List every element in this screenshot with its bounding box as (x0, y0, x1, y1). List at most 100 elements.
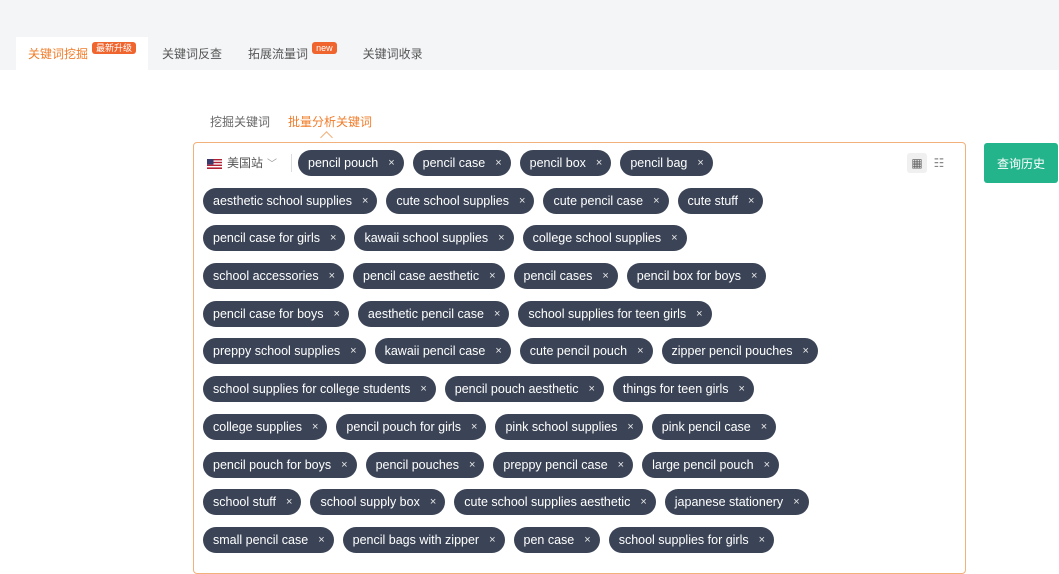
keyword-tag[interactable]: pencil bag × (620, 150, 713, 176)
close-icon[interactable]: × (329, 270, 335, 282)
subtab-mine-keywords[interactable]: 挖掘关键词 (210, 113, 270, 130)
keyword-tag[interactable]: cute school supplies aesthetic × (454, 489, 656, 516)
keyword-tag[interactable]: school supply box × (310, 489, 446, 516)
tab-keyword-index[interactable]: 关键词收录 (351, 37, 435, 70)
close-icon[interactable]: × (489, 534, 495, 546)
keyword-tag-label: pencil pouch for boys (213, 457, 332, 472)
keyword-tag[interactable]: aesthetic pencil case × (357, 300, 510, 327)
keyword-tag[interactable]: pencil case aesthetic × (353, 263, 505, 290)
keyword-tag[interactable]: zipper pencil pouches × (661, 338, 818, 365)
close-icon[interactable]: × (330, 232, 336, 244)
keyword-tag[interactable]: cute stuff × (677, 187, 764, 214)
keyword-tag[interactable]: school supplies for college students × (203, 376, 436, 403)
keyword-tag[interactable]: pencil case for boys × (203, 300, 349, 327)
keyword-tag-label: cute school supplies aesthetic (464, 495, 631, 510)
close-icon[interactable]: × (618, 459, 624, 471)
close-icon[interactable]: × (341, 459, 347, 471)
close-icon[interactable]: × (498, 232, 504, 244)
keyword-tag-label: school supplies for college students (213, 382, 411, 397)
close-icon[interactable]: × (495, 345, 501, 357)
close-icon[interactable]: × (286, 496, 292, 508)
keyword-tag[interactable]: pencil pouch for boys × (203, 451, 357, 478)
keyword-tag[interactable]: things for teen girls × (612, 376, 754, 403)
close-icon[interactable]: × (739, 383, 745, 395)
close-icon[interactable]: × (494, 308, 500, 320)
keyword-tag[interactable]: school accessories × (203, 263, 345, 290)
keyword-tag[interactable]: school supplies for girls × (608, 526, 775, 553)
close-icon[interactable]: × (469, 459, 475, 471)
close-icon[interactable]: × (471, 421, 477, 433)
keyword-tag[interactable]: pink school supplies × (495, 413, 643, 440)
close-icon[interactable]: × (318, 534, 324, 546)
keyword-tag-label: small pencil case (213, 532, 309, 547)
close-icon[interactable]: × (637, 345, 643, 357)
keyword-tag[interactable]: pencil pouch aesthetic × (444, 376, 604, 403)
keyword-tag-label: things for teen girls (622, 382, 729, 397)
close-icon[interactable]: × (748, 195, 754, 207)
close-icon[interactable]: × (584, 534, 590, 546)
tab-keyword-mining[interactable]: 关键词挖掘 最新升级 (16, 37, 149, 70)
tab-keyword-reverse[interactable]: 关键词反查 (150, 37, 234, 70)
keyword-tag[interactable]: pen case × (513, 526, 600, 553)
keyword-tag-label: pencil case for boys (213, 306, 324, 321)
keyword-tag[interactable]: pencil box for boys × (626, 263, 767, 290)
subtab-batch-analyze[interactable]: 批量分析关键词 (288, 113, 372, 130)
close-icon[interactable]: × (489, 270, 495, 282)
keyword-tag[interactable]: pencil pouch × (298, 150, 404, 176)
close-icon[interactable]: × (362, 195, 368, 207)
keyword-tag[interactable]: cute pencil case × (543, 187, 669, 214)
keyword-tag[interactable]: cute school supplies × (386, 187, 535, 214)
query-history-button[interactable]: 查询历史 (984, 143, 1058, 183)
keyword-tag[interactable]: japanese stationery × (664, 489, 809, 516)
keyword-tag[interactable]: pencil case × (412, 150, 511, 176)
grid-view-icon[interactable]: ▦ (907, 153, 927, 173)
keyword-tag[interactable]: cute pencil pouch × (519, 338, 653, 365)
keyword-tag[interactable]: school stuff × (203, 489, 302, 516)
close-icon[interactable]: × (764, 459, 770, 471)
keyword-tag[interactable]: school supplies for teen girls × (518, 300, 712, 327)
close-icon[interactable]: × (751, 270, 757, 282)
close-icon[interactable]: × (430, 496, 436, 508)
close-icon[interactable]: × (653, 195, 659, 207)
keyword-tag[interactable]: pencil box × (519, 150, 612, 176)
keyword-tag-label: pencil case for girls (213, 231, 320, 246)
close-icon[interactable]: × (312, 421, 318, 433)
keyword-tag[interactable]: pink pencil case × (651, 413, 777, 440)
close-icon[interactable]: × (697, 157, 703, 169)
tab-traffic-expand[interactable]: 拓展流量词 new (236, 37, 349, 70)
close-icon[interactable]: × (519, 195, 525, 207)
close-icon[interactable]: × (388, 157, 394, 169)
keyword-tag-label: preppy school supplies (213, 344, 341, 359)
keyword-tag[interactable]: pencil bags with zipper × (342, 526, 505, 553)
keyword-tag[interactable]: preppy school supplies × (203, 338, 366, 365)
keyword-tag[interactable]: large pencil pouch × (642, 451, 779, 478)
close-icon[interactable]: × (350, 345, 356, 357)
close-icon[interactable]: × (640, 496, 646, 508)
keyword-tag[interactable]: aesthetic school supplies × (203, 187, 378, 214)
close-icon[interactable]: × (761, 421, 767, 433)
close-icon[interactable]: × (793, 496, 799, 508)
keyword-tag[interactable]: pencil pouch for girls × (336, 413, 487, 440)
list-view-icon[interactable]: ☷ (929, 153, 949, 173)
keyword-tag[interactable]: pencil cases × (513, 263, 618, 290)
close-icon[interactable]: × (333, 308, 339, 320)
close-icon[interactable]: × (495, 157, 501, 169)
close-icon[interactable]: × (627, 421, 633, 433)
keyword-tag[interactable]: kawaii school supplies × (354, 225, 514, 252)
keyword-tag[interactable]: college school supplies × (522, 225, 687, 252)
close-icon[interactable]: × (696, 308, 702, 320)
keyword-tag-label: pencil case aesthetic (363, 269, 480, 284)
keyword-tag[interactable]: preppy pencil case × (493, 451, 634, 478)
keyword-tag[interactable]: pencil case for girls × (203, 225, 346, 252)
keyword-tag[interactable]: small pencil case × (203, 526, 334, 553)
close-icon[interactable]: × (602, 270, 608, 282)
keyword-tag[interactable]: pencil pouches × (365, 451, 485, 478)
keyword-tag[interactable]: college supplies × (203, 413, 328, 440)
keyword-tag[interactable]: kawaii pencil case × (374, 338, 511, 365)
close-icon[interactable]: × (420, 383, 426, 395)
close-icon[interactable]: × (588, 383, 594, 395)
close-icon[interactable]: × (596, 157, 602, 169)
close-icon[interactable]: × (802, 345, 808, 357)
close-icon[interactable]: × (671, 232, 677, 244)
close-icon[interactable]: × (759, 534, 765, 546)
